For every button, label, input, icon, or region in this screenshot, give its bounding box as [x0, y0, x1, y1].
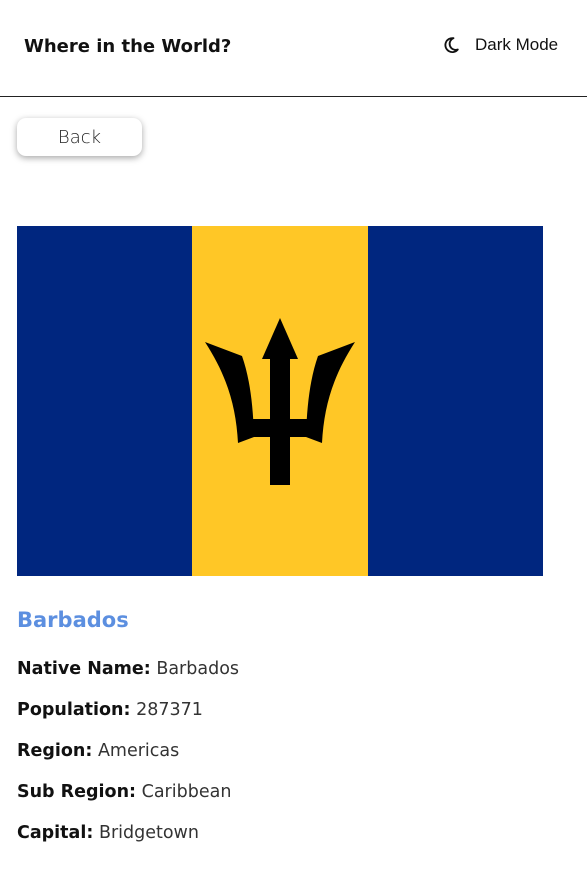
app-header: Where in the World? Dark Mode: [0, 0, 587, 97]
detail-capital: Capital: Bridgetown: [17, 823, 199, 843]
detail-value: Bridgetown: [98, 823, 199, 843]
detail-population: Population: 287371: [17, 700, 203, 720]
back-button[interactable]: Back: [17, 118, 142, 156]
detail-native-name: Native Name: Barbados: [17, 659, 239, 679]
detail-label: Region:: [17, 741, 93, 761]
flag-band-right: [368, 226, 543, 576]
app-title: Where in the World?: [24, 36, 232, 57]
detail-value: Caribbean: [141, 782, 232, 802]
detail-label: Native Name:: [17, 659, 151, 679]
detail-region: Region: Americas: [17, 741, 179, 761]
country-name: Barbados: [17, 608, 129, 632]
detail-label: Capital:: [17, 823, 94, 843]
detail-value: Americas: [97, 741, 180, 761]
dark-mode-label: Dark Mode: [475, 35, 559, 54]
detail-value: Barbados: [156, 659, 240, 679]
dark-mode-toggle[interactable]: Dark Mode: [441, 35, 558, 55]
moon-icon: [444, 37, 459, 53]
flag-band-left: [17, 226, 192, 576]
detail-label: Sub Region:: [17, 782, 137, 802]
detail-value: 287371: [136, 700, 203, 720]
detail-label: Population:: [17, 700, 131, 720]
country-flag: [17, 226, 543, 576]
detail-sub-region: Sub Region: Caribbean: [17, 782, 231, 802]
